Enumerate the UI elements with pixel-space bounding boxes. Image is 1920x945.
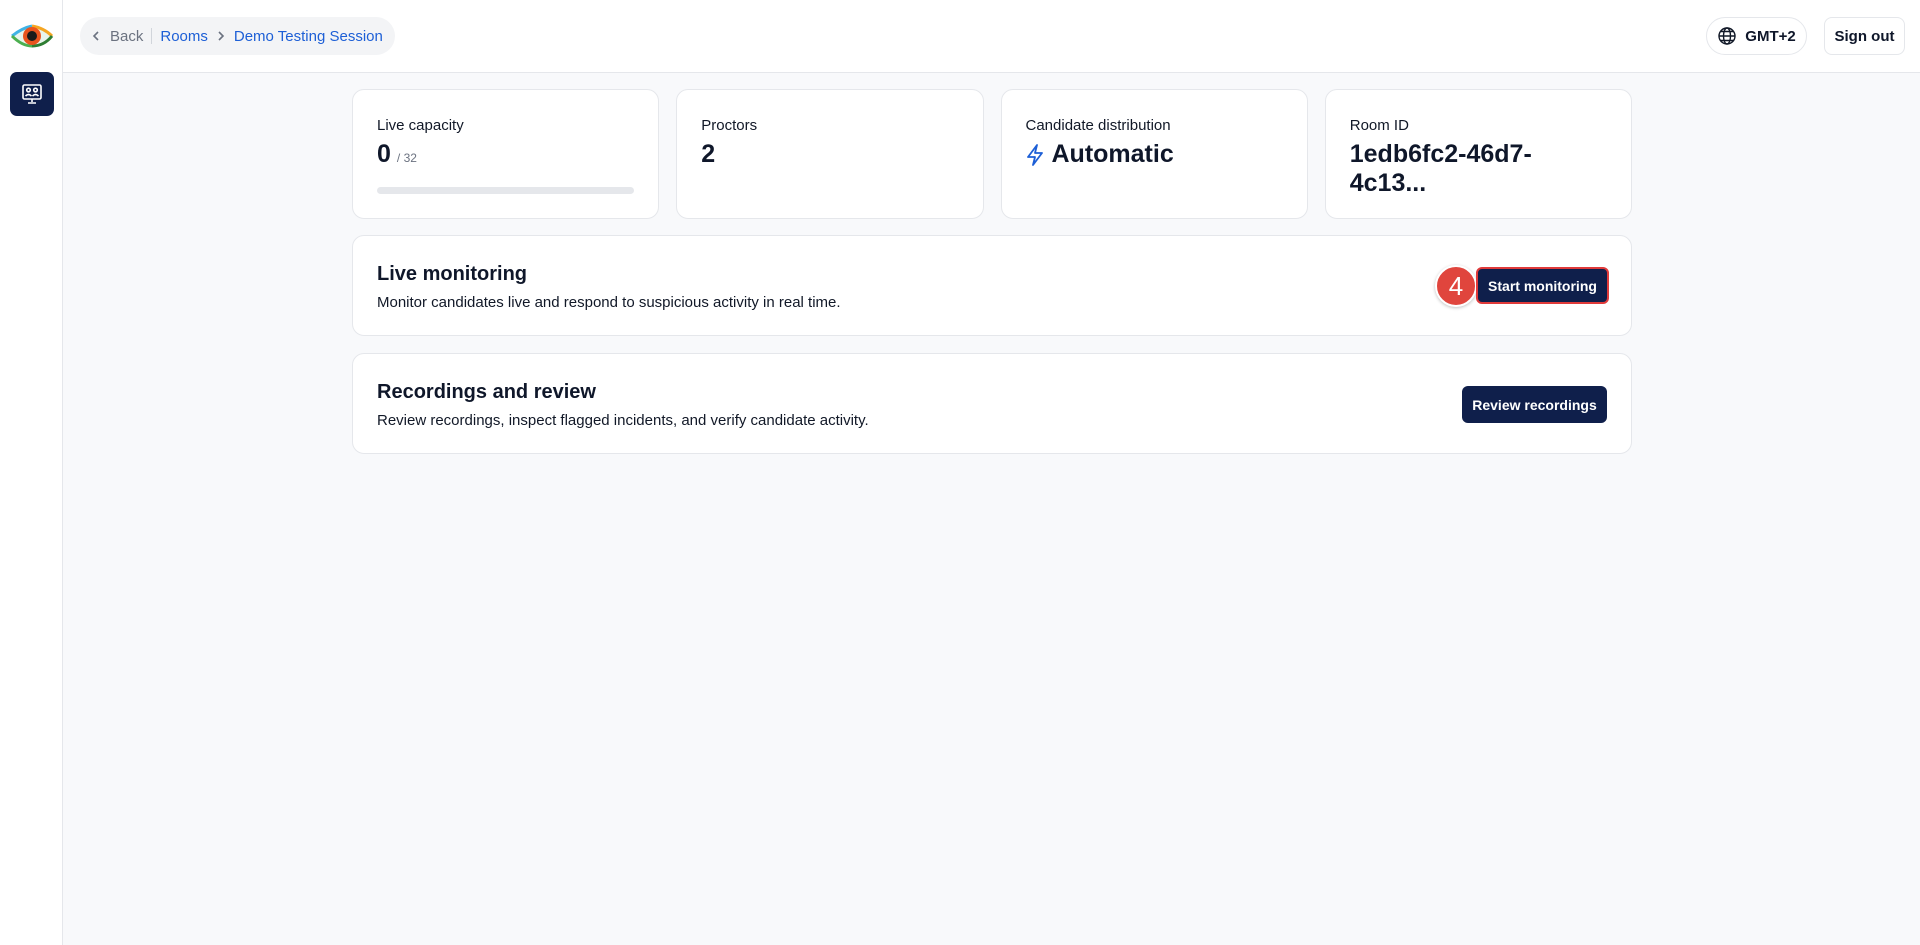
live-capacity-max: / 32: [396, 151, 417, 165]
room-id-value[interactable]: 1edb6fc2-46d7-4c13...: [1350, 140, 1607, 198]
room-id-card: Room ID 1edb6fc2-46d7-4c13...: [1324, 89, 1632, 219]
monitoring-screens-icon: [22, 84, 42, 104]
chevron-left-icon: [92, 31, 99, 41]
candidate-distribution-value: Automatic: [1051, 140, 1174, 168]
candidate-distribution-label: Candidate distribution: [1025, 117, 1171, 134]
sidebar-item-rooms[interactable]: [10, 72, 54, 116]
live-capacity-value: 0: [377, 140, 391, 168]
breadcrumb-current: Demo Testing Session: [233, 27, 383, 45]
globe-icon: [1718, 27, 1736, 45]
proctors-label: Proctors: [701, 117, 758, 134]
timezone-label: GMT+2: [1745, 27, 1796, 45]
live-capacity-value-row: 0 / 32: [377, 140, 634, 169]
chevron-right-icon: [216, 30, 226, 42]
candidate-distribution-card: Candidate distribution Automatic: [1000, 89, 1308, 219]
start-monitoring-button[interactable]: Start monitoring: [1476, 267, 1609, 304]
proctors-value: 2: [701, 140, 716, 168]
stats-row: Live capacity 0 / 32 Proctors 2 Candidat…: [352, 89, 1632, 219]
recordings-title: Recordings and review: [377, 381, 596, 403]
live-monitoring-title: Live monitoring: [377, 263, 527, 285]
live-capacity-label: Live capacity: [377, 117, 464, 134]
timezone-button[interactable]: GMT+2: [1706, 17, 1807, 55]
live-monitoring-description: Monitor candidates live and respond to s…: [377, 294, 841, 311]
lightning-icon: [1026, 143, 1043, 166]
step-number-badge: 4: [1435, 265, 1477, 307]
candidate-distribution-value-row: Automatic: [1026, 140, 1283, 169]
live-capacity-card: Live capacity 0 / 32: [352, 89, 660, 219]
back-label: Back: [110, 27, 144, 45]
proctors-card: Proctors 2: [676, 89, 984, 219]
breadcrumb: Back Rooms Demo Testing Session: [80, 17, 395, 55]
breadcrumb-divider: [151, 28, 153, 44]
app-logo[interactable]: [10, 18, 54, 54]
sign-out-button[interactable]: Sign out: [1824, 17, 1905, 55]
room-id-label: Room ID: [1349, 117, 1409, 134]
recordings-card: Recordings and review Review recordings,…: [352, 353, 1632, 454]
sidebar: [0, 0, 63, 945]
review-recordings-button[interactable]: Review recordings: [1462, 386, 1607, 423]
back-button[interactable]: Back: [90, 28, 143, 45]
breadcrumb-rooms-link[interactable]: Rooms: [160, 28, 208, 45]
live-capacity-progress: [377, 187, 635, 194]
recordings-description: Review recordings, inspect flagged incid…: [377, 412, 869, 429]
live-monitoring-card: Live monitoring Monitor candidates live …: [352, 235, 1632, 336]
top-bar: Back Rooms Demo Testing Session GMT+2 Si…: [63, 0, 1920, 73]
